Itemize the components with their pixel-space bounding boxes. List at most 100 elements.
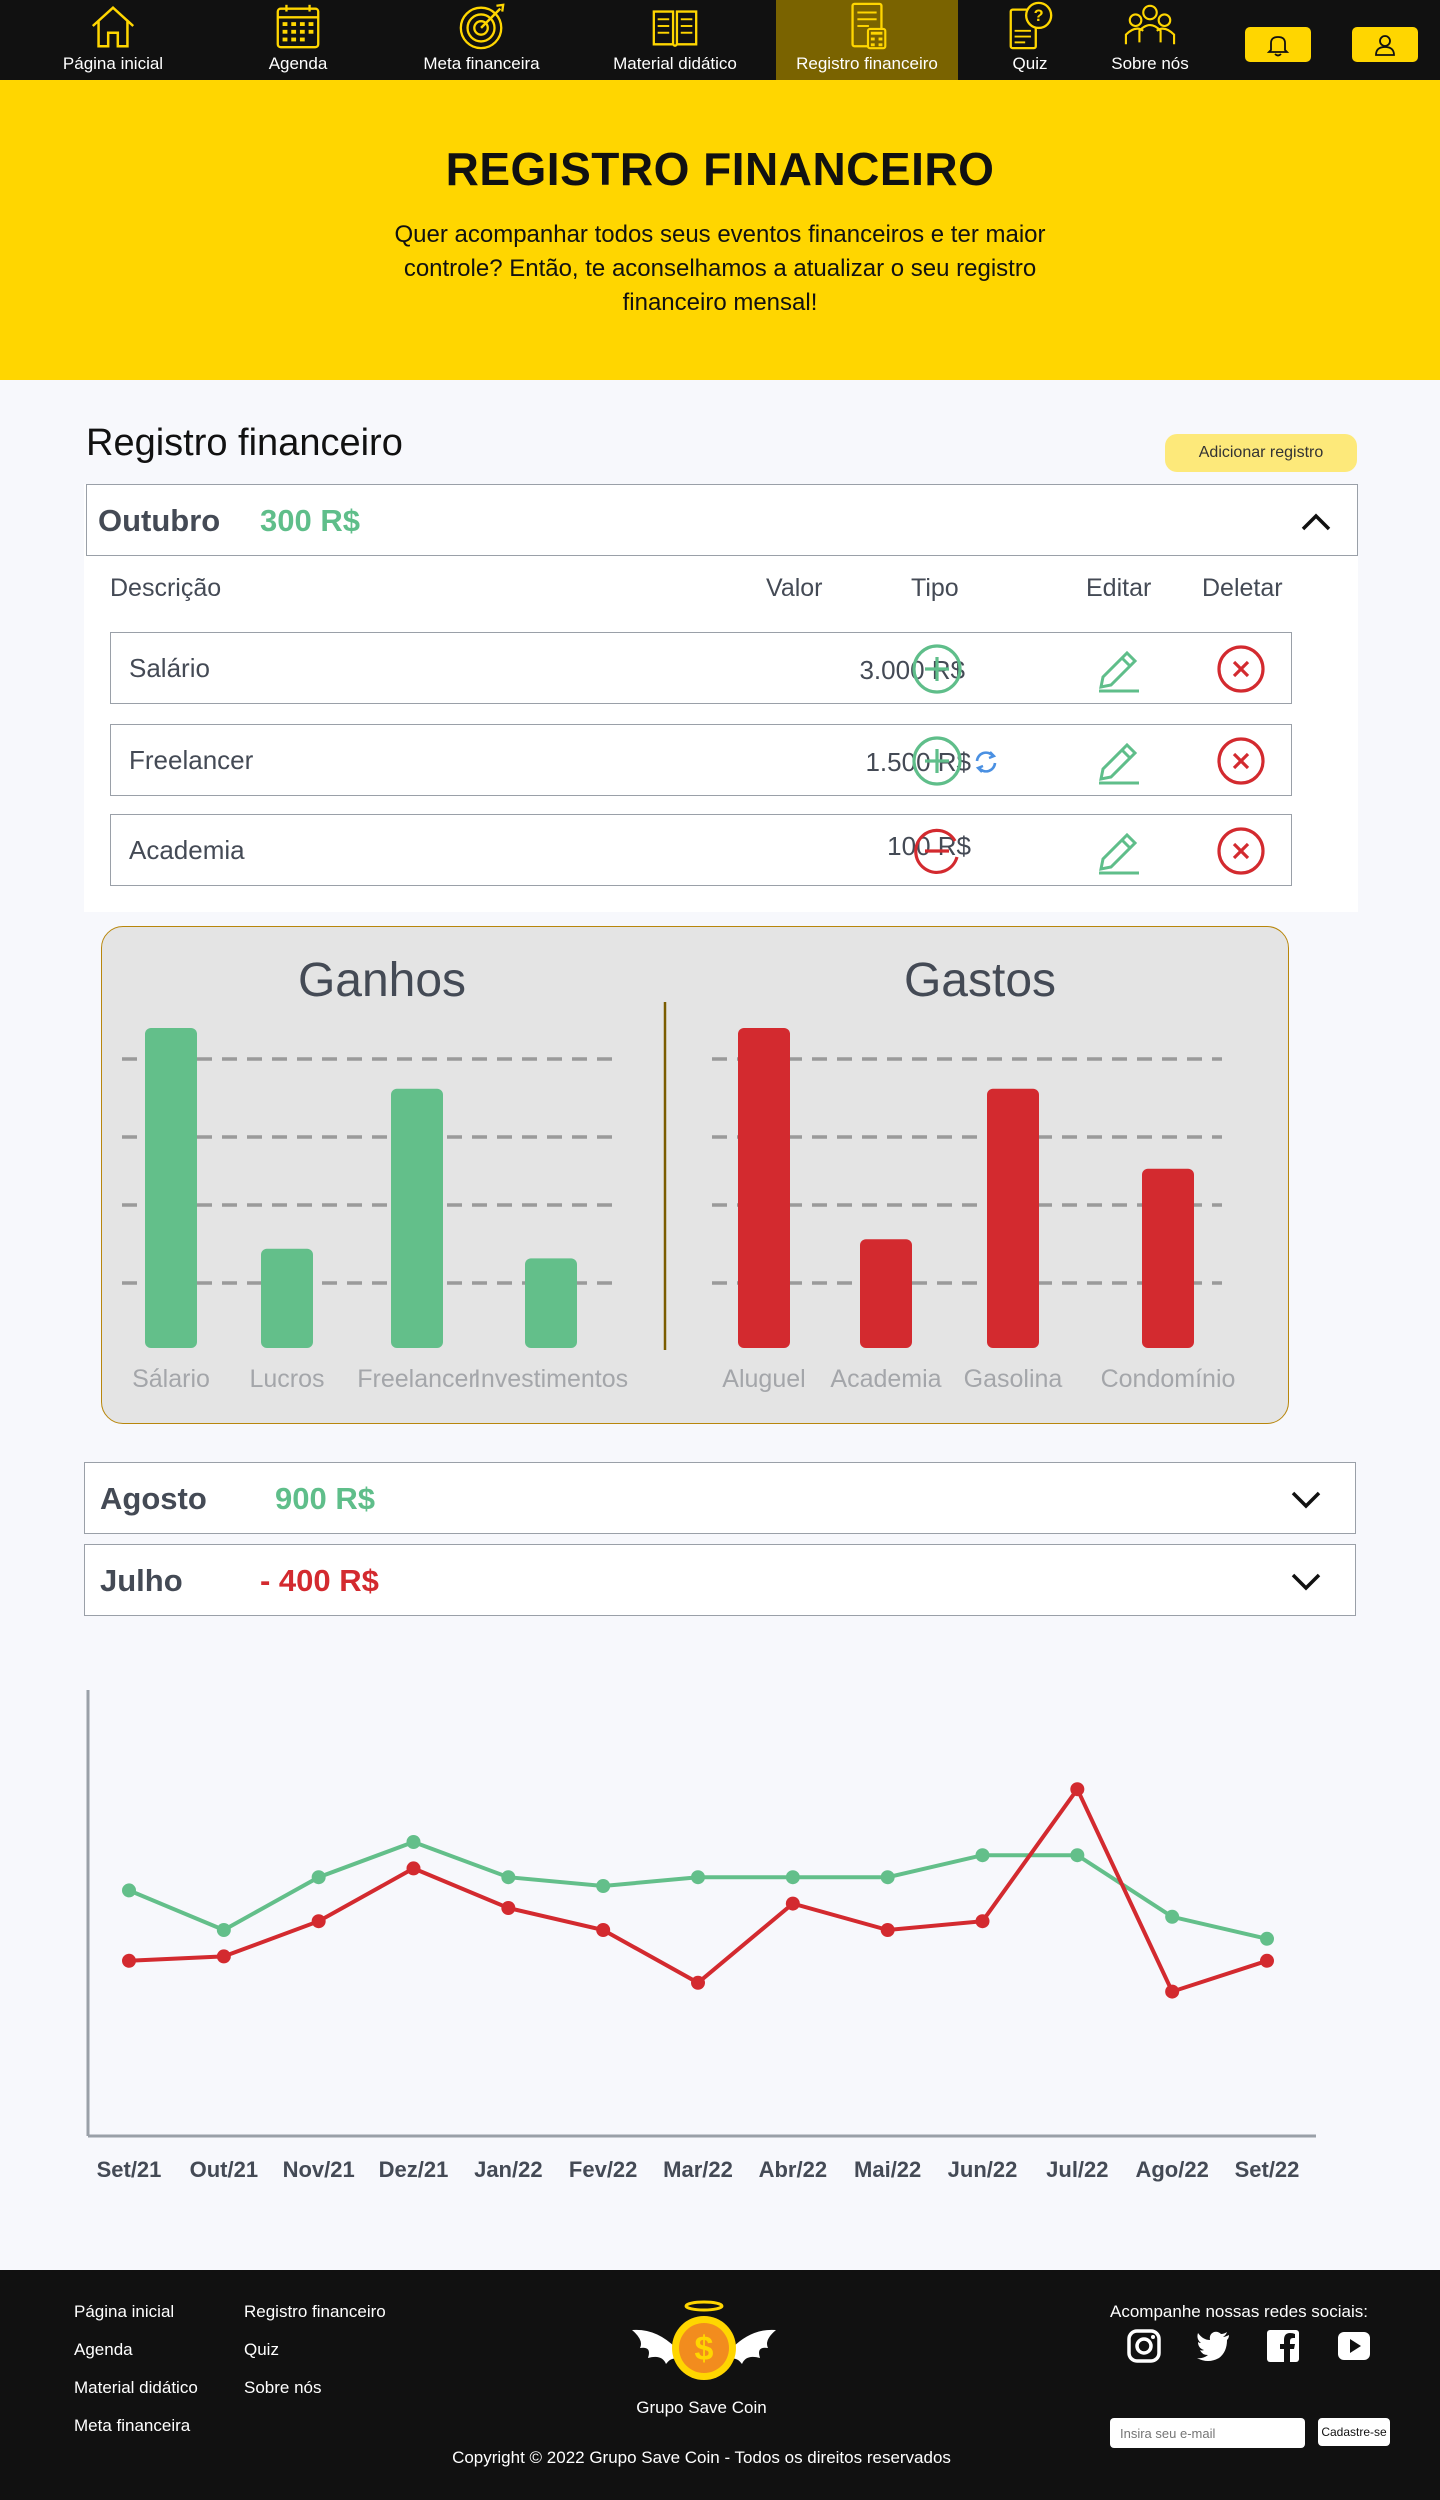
nav-item-label: Material didático [613,54,737,73]
copyright: Copyright © 2022 Grupo Save Coin - Todos… [452,2448,951,2467]
nav-item-meta[interactable]: Meta financeira [404,0,559,80]
data-point [122,1883,136,1898]
bar [1142,1168,1194,1348]
x-tick-label: Jan/22 [474,2157,543,2182]
facebook-icon[interactable] [1265,2328,1301,2364]
nav-item-sobre[interactable]: Sobre nós [1095,0,1205,80]
youtube-icon[interactable] [1336,2328,1372,2364]
data-point [406,1861,421,1876]
bar-category-label: Gasolina [964,1365,1063,1393]
group-icon [1124,4,1176,45]
footer-link[interactable]: Agenda [74,2340,133,2360]
delete-x-icon[interactable] [1215,825,1267,877]
footer-link[interactable]: Sobre nós [244,2378,322,2398]
add-record-button[interactable]: Adicionar registro [1165,434,1357,472]
notifications-button[interactable] [1245,27,1311,62]
month-name: Julho [100,1563,183,1598]
user-icon [1375,34,1395,56]
month-row-agosto[interactable]: Agosto 900 R$ [84,1462,1356,1534]
x-tick-label: Out/21 [189,2157,259,2182]
x-tick-label: Set/22 [1234,2157,1300,2182]
month-name: Outubro [98,503,221,538]
month-row-outubro[interactable]: Outubro 300 R$ [86,484,1358,556]
edit-pencil-icon[interactable] [1093,735,1145,787]
delete-x-icon[interactable] [1215,643,1267,695]
nav-item-label: Sobre nós [1111,54,1189,73]
chevron-down-icon[interactable] [1289,1485,1323,1513]
line-chart [86,1690,1316,2138]
data-point [691,1975,705,1990]
svg-text:$: $ [695,2330,714,2368]
bar-category-label: Aluguel [722,1365,805,1393]
bar-chart: Sálario Lucros FreelancerInvestimentos Alug… [122,1002,1236,1393]
bell-icon [1266,35,1290,56]
bar-category-label: Sálario [132,1365,210,1393]
data-point [1165,1909,1180,1924]
newsletter-email-input[interactable] [1110,2418,1305,2448]
nav-item-material[interactable]: Material didático [600,0,750,80]
edit-pencil-icon[interactable] [1093,825,1145,877]
nav-item-label: Meta financeira [423,54,540,73]
footer-link[interactable]: Registro financeiro [244,2302,386,2322]
bar [391,1088,443,1348]
chevron-up-icon[interactable] [1299,507,1333,535]
section-title: Registro financeiro [86,422,403,464]
data-point [311,1870,326,1885]
footer-brand: Grupo Save Coin [636,2398,767,2417]
data-point [216,1949,231,1964]
data-point [596,1879,611,1893]
x-tick-label: Abr/22 [758,2157,828,2182]
x-tick-label: Jul/22 [1046,2157,1109,2182]
edit-pencil-icon[interactable] [1093,643,1145,695]
document-icon [851,2,887,50]
nav-item-agenda[interactable]: Agenda [223,0,373,80]
quiz-icon: ? [1009,1,1053,50]
twitter-icon[interactable] [1195,2328,1231,2364]
nav-item-label: Página inicial [62,54,164,73]
bar [261,1248,313,1348]
data-point [501,1870,516,1885]
footer-link[interactable]: Página inicial [74,2302,174,2322]
table-row: Freelancer 1.500 R$ [110,724,1292,796]
data-point [1165,1984,1180,1999]
hero-banner: REGISTRO FINANCEIRO Quer acompanhar todo… [0,80,1440,380]
table-row: Salário 3.000 R$ [110,632,1292,704]
nav-item-home[interactable]: Página inicial [38,0,188,80]
profile-button[interactable] [1352,27,1418,62]
footer-link[interactable]: Quiz [244,2340,279,2360]
data-point [691,1870,705,1885]
delete-x-icon[interactable] [1215,735,1267,787]
instagram-icon[interactable] [1126,2328,1162,2364]
x-tick-label: Dez/21 [378,2157,449,2182]
nav-item-label: Registro financeiro [796,54,938,73]
month-total: - 400 R$ [260,1563,379,1598]
social-title: Acompanhe nossas redes sociais: [1110,2302,1368,2321]
bar [525,1258,577,1348]
home-icon [91,6,135,48]
bar-category-label: Condomínio [1101,1365,1236,1393]
footer: Página inicial Agenda Material didático … [0,2270,1440,2500]
hero-subtitle: Quer acompanhar todos seus eventos finan… [394,221,1046,316]
nav-item-registro[interactable]: Registro financeiro [776,0,958,80]
nav-item-quiz[interactable]: ? Quiz [980,0,1080,80]
x-tick-label: Fev/22 [568,2157,638,2182]
series-line [128,1785,1268,1995]
nav-item-label: Quiz [1012,54,1048,73]
footer-link[interactable]: Meta financeira [74,2416,190,2436]
data-point [880,1923,895,1937]
data-point [785,1896,800,1911]
bar [145,1028,197,1348]
chevron-down-icon[interactable] [1289,1567,1323,1595]
target-icon [459,3,505,50]
data-point [975,1848,990,1863]
row-desc: Freelancer [129,745,254,775]
data-point [1070,1848,1085,1863]
footer-link[interactable]: Material didático [74,2378,198,2398]
bar-category-label: Investimentos [474,1365,628,1393]
series-line [128,1839,1268,1941]
book-icon [652,10,698,47]
table-row: Academia 100 R$ [110,814,1292,886]
month-row-julho[interactable]: Julho - 400 R$ [84,1544,1356,1616]
page-title: REGISTRO FINANCEIRO [445,143,995,195]
subscribe-button[interactable]: Cadastre-se [1318,2418,1390,2446]
